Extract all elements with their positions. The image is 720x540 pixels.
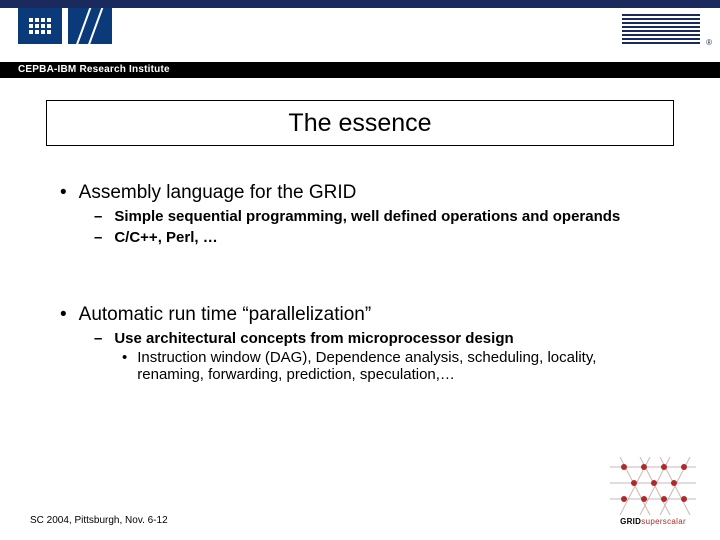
bullet-icon: • (60, 304, 67, 326)
upc-logo (18, 8, 62, 44)
bullet-1-sub2-text: C/C++, Perl, … (114, 229, 217, 246)
bullet-1-sub1-text: Simple sequential programming, well defi… (114, 208, 620, 225)
footer-text: SC 2004, Pittsburgh, Nov. 6-12 (30, 515, 168, 526)
bullet-1-sub1: – Simple sequential programming, well de… (60, 208, 660, 246)
bullet-icon: • (60, 182, 67, 204)
dash-icon: – (94, 330, 102, 347)
slide-title: The essence (288, 109, 431, 138)
grid-superscalar-logo: GRIDsuperscalar (604, 457, 702, 526)
bullet-2-text: Automatic run time “parallelization” (79, 304, 372, 326)
slide-content: • Assembly language for the GRID – Simpl… (0, 146, 720, 383)
grid-logo-label: GRIDsuperscalar (604, 517, 702, 526)
slide-title-box: The essence (46, 100, 674, 146)
dash-icon: – (94, 229, 102, 246)
bullet-2-subsub-text: Instruction window (DAG), Dependence ana… (137, 349, 660, 383)
left-logos (18, 8, 112, 44)
bsc-logo (68, 8, 112, 44)
bullet-1: • Assembly language for the GRID – Simpl… (60, 182, 660, 246)
bullet-1-text: Assembly language for the GRID (79, 182, 357, 204)
ibm-logo (622, 14, 700, 44)
dot-icon: • (122, 349, 127, 366)
bullet-2-sub1: – Use architectural concepts from microp… (60, 330, 660, 347)
dash-icon: – (94, 208, 102, 225)
grid-logo-label-bold: GRID (620, 517, 641, 526)
grid-logo-label-rest: superscalar (641, 517, 686, 526)
bullet-2-sub1-text: Use architectural concepts from micropro… (114, 330, 513, 347)
ibm-registered: ® (706, 38, 712, 47)
bullet-2-subsub: • Instruction window (DAG), Dependence a… (60, 349, 660, 383)
header-bar: ® (0, 0, 720, 62)
bullet-2: • Automatic run time “parallelization” –… (60, 304, 660, 383)
institute-bar: CEPBA-IBM Research Institute (0, 62, 720, 78)
